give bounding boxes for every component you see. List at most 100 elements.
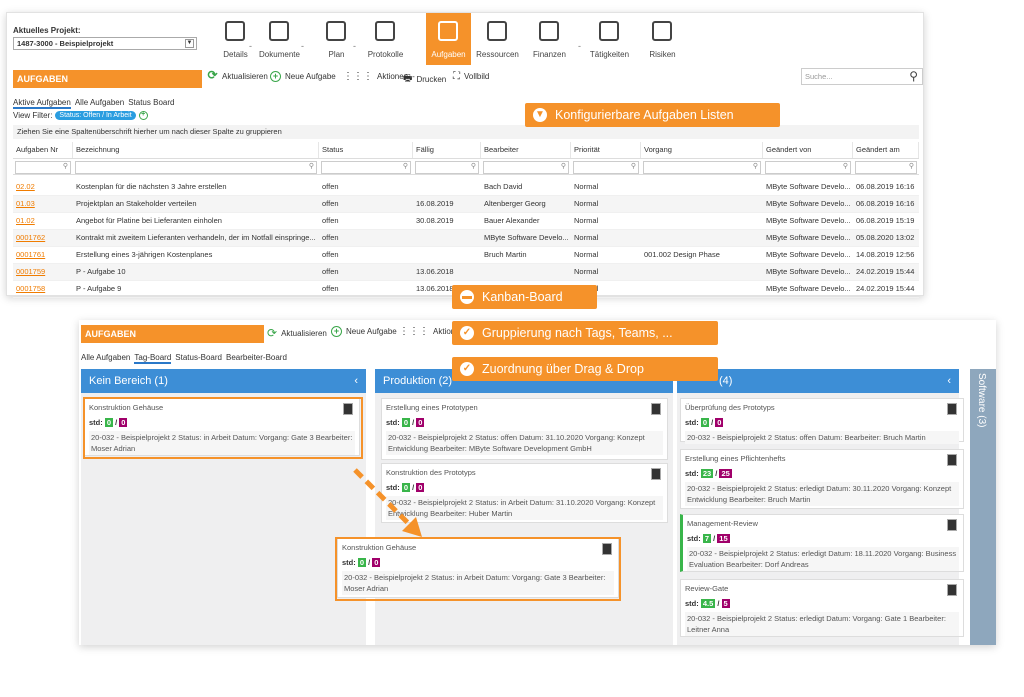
card-title: Überprüfung des Prototyps xyxy=(685,403,775,412)
tasks-icon xyxy=(438,21,458,41)
table-cell xyxy=(641,230,763,246)
filter-icon[interactable]: ⚲ xyxy=(63,162,68,170)
nav-documents[interactable]: Dokumente xyxy=(257,13,302,65)
table-cell: Normal xyxy=(574,267,599,276)
nav-separator: - xyxy=(353,41,356,51)
column-header[interactable]: Fällig xyxy=(413,142,481,158)
column-header[interactable]: Bezeichnung xyxy=(73,142,319,158)
check-icon: ✓ xyxy=(460,326,474,340)
column-header[interactable]: (4) ‹ xyxy=(677,369,959,393)
protocol-icon xyxy=(375,21,395,41)
table-cell[interactable]: 02.02 xyxy=(13,179,73,195)
table-cell: Kostenplan für die nächsten 3 Jahre erst… xyxy=(76,182,227,191)
column-filter-input[interactable]: ⚲ xyxy=(573,161,639,174)
nav-finance[interactable]: Finanzen xyxy=(527,13,572,65)
table-cell: offen xyxy=(322,267,339,276)
tab-1[interactable]: Alle Aufgaben xyxy=(75,98,124,107)
table-cell: offen xyxy=(322,199,339,208)
tab-0[interactable]: Aktive Aufgaben xyxy=(13,98,71,109)
table-cell: offen xyxy=(322,250,339,259)
avatar xyxy=(947,519,957,531)
effort-label: std: xyxy=(687,534,701,543)
group-hint: Ziehen Sie eine Spaltenüberschrift hierh… xyxy=(13,125,919,139)
table-row[interactable]: 0001759 P - Aufgabe 10 offen 13.06.2018 Norm… xyxy=(13,264,919,281)
board-tab-3[interactable]: Bearbeiter-Board xyxy=(226,353,287,362)
grid-filter-row: ⚲ ⚲ ⚲ ⚲ ⚲ ⚲ ⚲ ⚲ ⚲ xyxy=(13,160,919,175)
table-cell[interactable]: 0001761 xyxy=(13,247,73,263)
filter-icon[interactable]: ⚲ xyxy=(843,162,848,170)
table-cell: 06.08.2019 16:16 xyxy=(856,182,915,191)
column-filter-input[interactable]: ⚲ xyxy=(321,161,411,174)
filter-pill[interactable]: Status: Offen / In Arbeit xyxy=(55,111,136,120)
board-new-button[interactable]: + Neue Aufgabe xyxy=(331,326,397,337)
board-refresh-button[interactable]: ⟳ Aktualisieren xyxy=(267,326,327,340)
table-cell[interactable]: 0001758 xyxy=(13,281,73,297)
table-row[interactable]: 01.02 Angebot für Platine bei Lieferanten… xyxy=(13,213,919,230)
column-header[interactable]: Kein Bereich (1) ‹ xyxy=(81,369,366,393)
refresh-button[interactable]: ⟳ Aktualisieren xyxy=(207,69,267,82)
column-software-collapsed[interactable]: Software (3) xyxy=(970,369,996,645)
plan-icon xyxy=(326,21,346,41)
new-task-button[interactable]: + Neue Aufgabe xyxy=(270,71,336,82)
column-filter-input[interactable]: ⚲ xyxy=(643,161,761,174)
table-cell[interactable]: 01.02 xyxy=(13,213,73,229)
filter-icon[interactable]: ⚲ xyxy=(753,162,758,170)
collapse-icon[interactable]: ‹ xyxy=(947,369,951,393)
column-filter-input[interactable]: ⚲ xyxy=(765,161,851,174)
column-header[interactable]: Vorgang xyxy=(641,142,763,158)
board-tab-2[interactable]: Status-Board xyxy=(175,353,222,362)
search-input[interactable]: Suche... ⚲ xyxy=(801,68,923,85)
card-effort: std: 23 / 25 xyxy=(685,469,732,478)
column-header[interactable]: Aufgaben Nr xyxy=(13,142,73,158)
filter-icon[interactable]: ⚲ xyxy=(403,162,408,170)
filter-icon[interactable]: ⚲ xyxy=(309,162,314,170)
table-cell[interactable]: 0001759 xyxy=(13,264,73,280)
column-filter-input[interactable]: ⚲ xyxy=(483,161,569,174)
table-cell[interactable]: 0001762 xyxy=(13,230,73,246)
column-filter-input[interactable]: ⚲ xyxy=(415,161,479,174)
table-cell xyxy=(641,264,763,280)
effort-planned-badge: 15 xyxy=(717,534,730,543)
column-filter-input[interactable]: ⚲ xyxy=(15,161,71,174)
task-card[interactable]: Erstellung eines Prototypen std: 0 / 0 20-… xyxy=(381,398,668,460)
project-select[interactable]: 1487-3000 - Beispielprojekt ▼ xyxy=(13,37,197,50)
table-cell: 001.002 Design Phase xyxy=(644,250,720,259)
task-card[interactable]: Management-Review std: 7 / 15 20-032 - Bei… xyxy=(680,514,964,572)
task-card[interactable]: Review-Gate std: 4.5 / 5 20-032 - Beispiel… xyxy=(680,579,964,637)
column-filter-input[interactable]: ⚲ xyxy=(855,161,917,174)
collapse-icon[interactable]: ‹ xyxy=(354,369,358,393)
nav-activities[interactable]: Tätigkeiten xyxy=(587,13,632,65)
effort-actual-badge: 7 xyxy=(702,534,712,543)
add-filter-icon[interactable]: + xyxy=(138,111,148,120)
table-cell: Kontrakt mit zweitem Lieferanten verhand… xyxy=(76,233,316,242)
effort-actual-badge: 23 xyxy=(700,469,714,478)
column-header[interactable]: Status xyxy=(319,142,413,158)
highlight-frame xyxy=(335,537,621,601)
task-card[interactable]: Erstellung eines Pflichtenhefts std: 23 /… xyxy=(680,449,964,509)
filter-icon[interactable]: ⚲ xyxy=(561,162,566,170)
nav-risk[interactable]: Risiken xyxy=(640,13,685,65)
board-tab-0[interactable]: Alle Aufgaben xyxy=(81,353,130,362)
filter-icon[interactable]: ⚲ xyxy=(471,162,476,170)
filter-label: View Filter: xyxy=(13,111,53,120)
filter-icon[interactable]: ⚲ xyxy=(909,162,914,170)
nav-label: Protokolle xyxy=(367,50,404,59)
column-header[interactable]: Geändert von xyxy=(763,142,853,158)
nav-protocol[interactable]: Protokolle xyxy=(363,13,408,65)
table-row[interactable]: 0001762 Kontrakt mit zweitem Lieferanten … xyxy=(13,230,919,247)
fullscreen-button[interactable]: ⛶ Vollbild xyxy=(453,71,489,82)
task-card[interactable]: Überprüfung des Prototyps std: 0 / 0 20-03… xyxy=(680,398,964,444)
table-row[interactable]: 02.02 Kostenplan für die nächsten 3 Jahre… xyxy=(13,179,919,196)
column-header[interactable]: Geändert am xyxy=(853,142,919,158)
print-button[interactable]: 🖶 Drucken xyxy=(403,71,446,88)
table-cell[interactable]: 01.03 xyxy=(13,196,73,212)
table-row[interactable]: 01.03 Projektplan an Stakeholder verteile… xyxy=(13,196,919,213)
nav-resources[interactable]: Ressourcen xyxy=(475,13,520,65)
tab-2[interactable]: Status Board xyxy=(128,98,174,107)
filter-icon[interactable]: ⚲ xyxy=(631,162,636,170)
column-header[interactable]: Bearbeiter xyxy=(481,142,571,158)
board-tab-1[interactable]: Tag-Board xyxy=(134,353,172,364)
column-header[interactable]: Priorität xyxy=(571,142,641,158)
table-row[interactable]: 0001761 Erstellung eines 3-jährigen Koste… xyxy=(13,247,919,264)
column-filter-input[interactable]: ⚲ xyxy=(75,161,317,174)
